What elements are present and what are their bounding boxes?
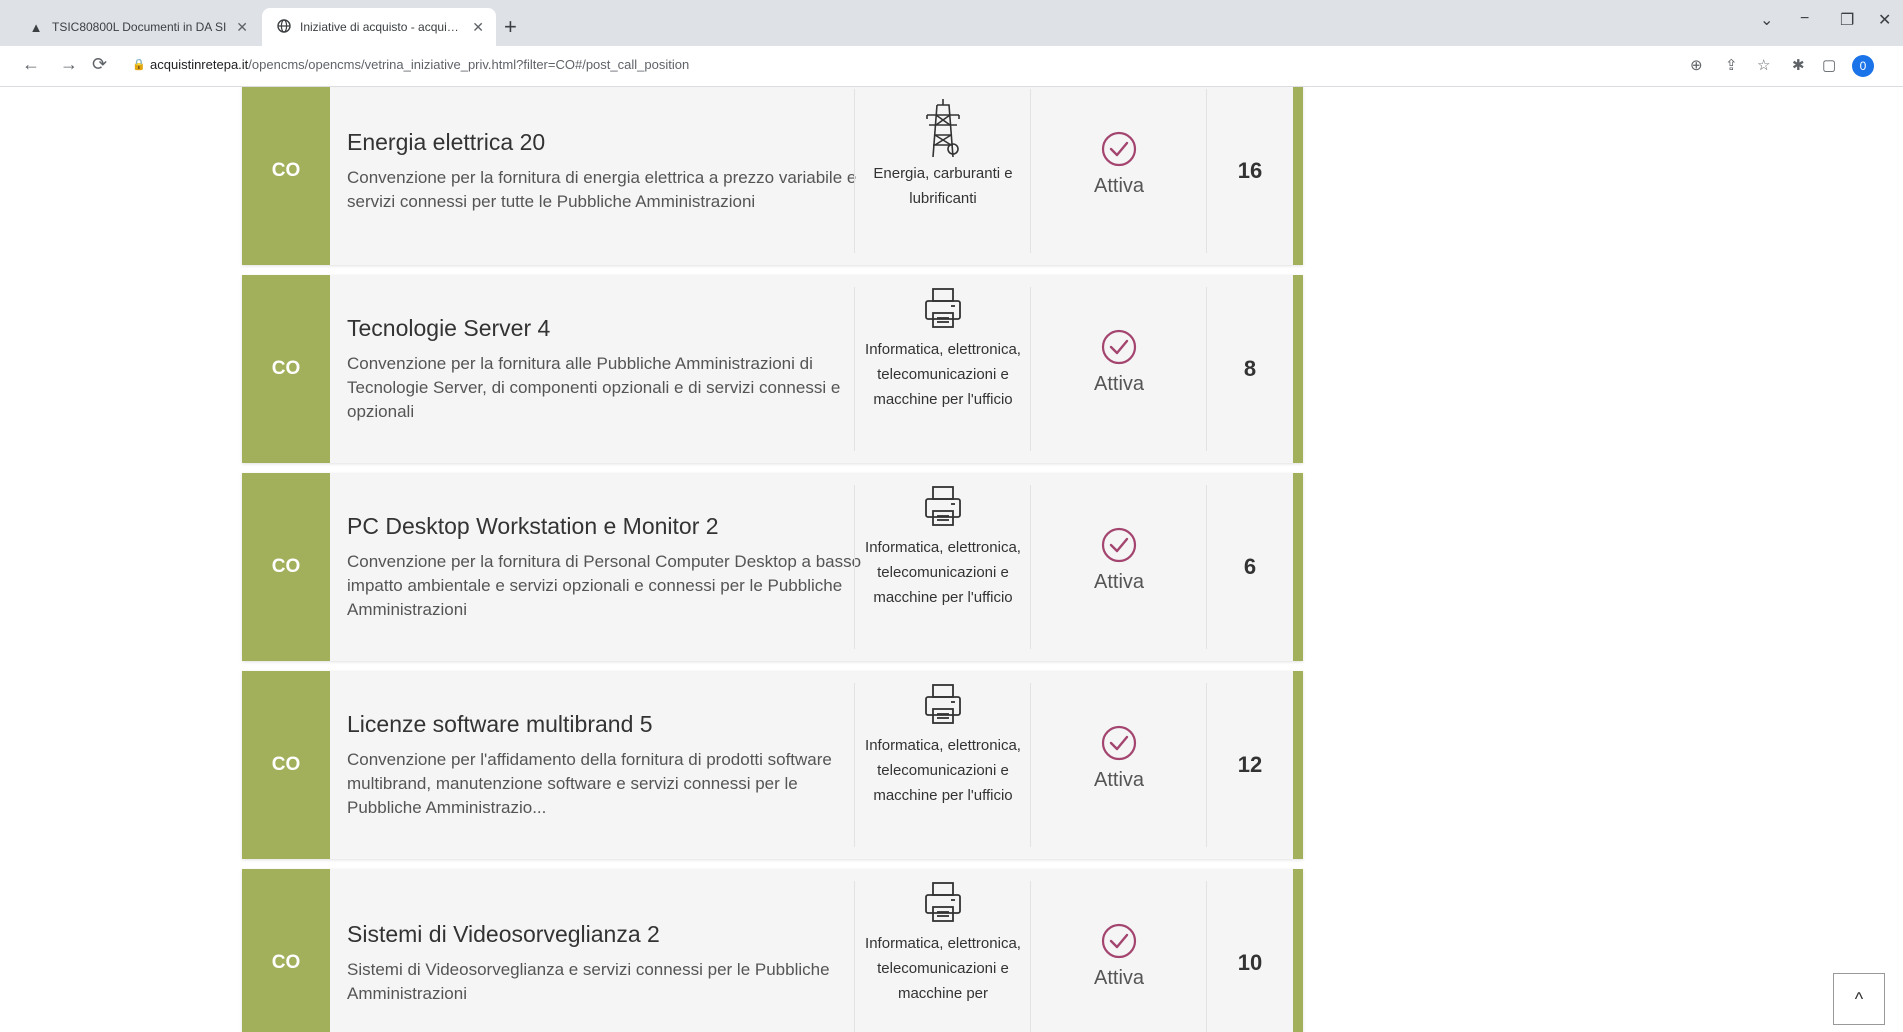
url-path: /opencms/opencms/vetrina_iniziative_priv… xyxy=(248,57,690,72)
status-cell: Attiva xyxy=(1030,287,1207,451)
tab-title: Iniziative di acquisto - acquistin xyxy=(300,20,465,34)
check-circle-icon xyxy=(1031,329,1207,365)
status-label: Attiva xyxy=(1093,571,1145,593)
page-viewport: CO Energia elettrica 20 Convenzione per … xyxy=(0,87,1903,1032)
count-value: 12 xyxy=(1206,683,1293,847)
count-value: 8 xyxy=(1206,287,1293,451)
back-arrow-icon[interactable]: ← xyxy=(22,54,40,75)
type-badge: CO xyxy=(242,869,330,1032)
zoom-icon[interactable]: ⊕ xyxy=(1690,56,1703,74)
printer-icon xyxy=(855,287,1031,337)
status-cell: Attiva xyxy=(1030,485,1207,649)
extensions-icon[interactable]: ✱ xyxy=(1792,56,1805,74)
row-accent-bar xyxy=(1293,473,1303,661)
status-cell: Attiva xyxy=(1030,881,1207,1032)
category-label: Informatica, elettronica, telecomunicazi… xyxy=(865,539,1021,606)
category-cell: Informatica, elettronica, telecomunicazi… xyxy=(854,287,1031,451)
category-cell: Informatica, elettronica, telecomunicazi… xyxy=(854,485,1031,649)
side-panel-icon[interactable]: ▢ xyxy=(1822,56,1836,74)
initiative-row[interactable]: CO PC Desktop Workstation e Monitor 2 Co… xyxy=(242,473,1303,661)
close-window-button[interactable]: ✕ xyxy=(1878,10,1891,30)
row-accent-bar xyxy=(1293,671,1303,859)
type-badge: CO xyxy=(242,87,330,265)
minimize-button[interactable]: − xyxy=(1800,10,1809,28)
forward-arrow-icon[interactable]: → xyxy=(60,54,78,75)
tab-title: TSIC80800L Documenti in DA SI xyxy=(52,20,227,34)
check-circle-icon xyxy=(1031,725,1207,761)
printer-icon xyxy=(855,881,1031,931)
category-label: Informatica, elettronica, telecomunicazi… xyxy=(865,737,1021,804)
reload-icon[interactable]: ⟳ xyxy=(92,54,107,75)
power-tower-icon xyxy=(855,97,1031,161)
check-circle-icon xyxy=(1031,527,1207,563)
status-cell: Attiva xyxy=(1030,89,1207,253)
count-value: 10 xyxy=(1206,881,1293,1032)
globe-icon xyxy=(276,18,292,36)
tab-close-icon[interactable]: ✕ xyxy=(472,19,484,36)
initiative-description: Convenzione per la fornitura di Personal… xyxy=(347,551,862,619)
printer-icon xyxy=(855,683,1031,733)
type-badge: CO xyxy=(242,671,330,859)
row-accent-bar xyxy=(1293,87,1303,265)
status-cell: Attiva xyxy=(1030,683,1207,847)
count-value: 16 xyxy=(1206,89,1293,253)
url-host: acquistinretepa.it xyxy=(150,57,249,72)
printer-icon xyxy=(855,485,1031,535)
initiative-description: Sistemi di Videosorveglianza e servizi c… xyxy=(347,959,830,1003)
browser-tab-drive[interactable]: ▲ TSIC80800L Documenti in DA SI ✕ xyxy=(14,8,260,46)
restore-button[interactable]: ❐ xyxy=(1840,10,1854,30)
address-bar[interactable]: acquistinretepa.it/opencms/opencms/vetri… xyxy=(150,57,689,72)
category-cell: Energia, carburanti e lubrificanti xyxy=(854,89,1031,253)
new-tab-button[interactable]: + xyxy=(504,12,517,42)
scroll-to-top-button[interactable]: ^ xyxy=(1833,973,1885,1025)
browser-tab-iniziative[interactable]: Iniziative di acquisto - acquistin ✕ xyxy=(262,8,496,46)
tab-strip: ▲ TSIC80800L Documenti in DA SI ✕ Inizia… xyxy=(0,0,1903,46)
tab-search-icon[interactable]: ⌄ xyxy=(1760,10,1773,30)
initiative-row[interactable]: CO Licenze software multibrand 5 Convenz… xyxy=(242,671,1303,859)
bookmark-star-icon[interactable]: ☆ xyxy=(1757,56,1770,74)
share-icon[interactable]: ⇪ xyxy=(1725,56,1738,74)
profile-avatar[interactable]: 0 xyxy=(1852,55,1874,77)
type-badge: CO xyxy=(242,473,330,661)
category-label: Informatica, elettronica, telecomunicazi… xyxy=(865,341,1021,408)
status-label: Attiva xyxy=(1093,967,1145,989)
lock-icon[interactable]: 🔒 xyxy=(132,58,146,71)
row-accent-bar xyxy=(1293,869,1303,1032)
chevron-up-icon: ^ xyxy=(1854,988,1864,1009)
category-cell: Informatica, elettronica, telecomunicazi… xyxy=(854,683,1031,847)
category-cell: Informatica, elettronica, telecomunicazi… xyxy=(854,881,1031,1032)
initiative-row[interactable]: CO Energia elettrica 20 Convenzione per … xyxy=(242,87,1303,265)
status-label: Attiva xyxy=(1093,373,1145,395)
category-label: Energia, carburanti e lubrificanti xyxy=(873,165,1013,207)
status-label: Attiva xyxy=(1093,175,1145,197)
check-circle-icon xyxy=(1031,923,1207,959)
tab-close-icon[interactable]: ✕ xyxy=(236,19,248,36)
browser-toolbar: ← → ⟳ 🔒 acquistinretepa.it/opencms/openc… xyxy=(0,46,1903,87)
initiative-row[interactable]: CO Sistemi di Videosorveglianza 2 Sistem… xyxy=(242,869,1303,1032)
initiative-description: Convenzione per la fornitura alle Pubbli… xyxy=(347,353,841,421)
initiative-description: Convenzione per la fornitura di energia … xyxy=(347,167,857,211)
check-circle-icon xyxy=(1031,131,1207,167)
initiative-row[interactable]: CO Tecnologie Server 4 Convenzione per l… xyxy=(242,275,1303,463)
initiative-description: Convenzione per l'affidamento della forn… xyxy=(347,749,832,817)
drive-icon: ▲ xyxy=(29,19,43,35)
type-badge: CO xyxy=(242,275,330,463)
status-label: Attiva xyxy=(1093,769,1145,791)
count-value: 6 xyxy=(1206,485,1293,649)
row-accent-bar xyxy=(1293,275,1303,463)
category-label: Informatica, elettronica, telecomunicazi… xyxy=(865,935,1021,1002)
